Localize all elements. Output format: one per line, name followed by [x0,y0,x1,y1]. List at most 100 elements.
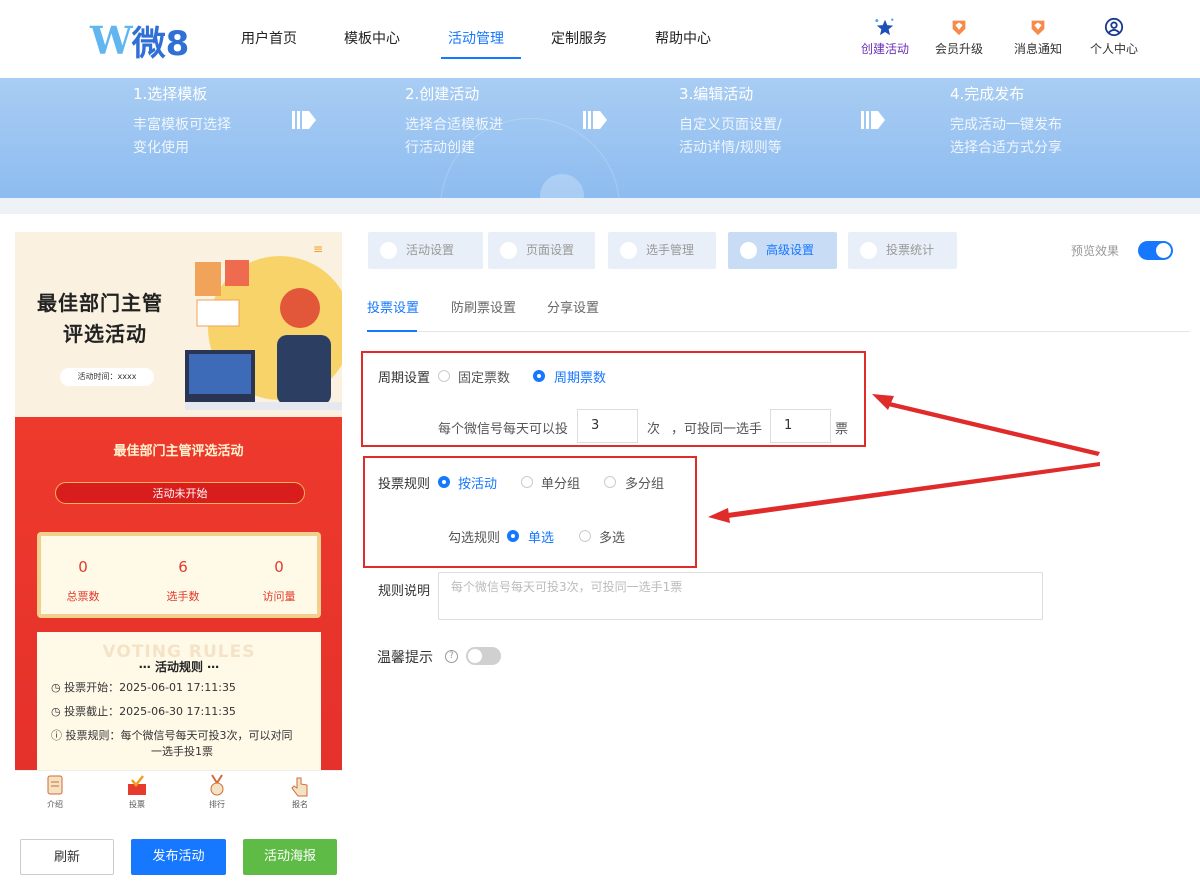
radio-periodic-votes-label: 周期票数 [554,371,607,386]
step-desc-line2: 选择合适方式分享 [950,140,1062,156]
step-desc-line2: 活动详情/规则等 [679,140,782,156]
tab-activity-settings[interactable]: 活动设置 [368,232,483,269]
section-divider [0,198,1200,214]
radio-multi-group[interactable] [604,476,616,488]
step-arrow-icon [861,111,885,129]
menu-icon[interactable]: ≡ [313,242,323,256]
subtab-divider [367,331,1190,332]
office-illustration [185,256,342,410]
preview-title-line2: 评选活动 [63,322,147,346]
radio-fixed-votes[interactable] [438,370,450,382]
publish-activity-button[interactable]: 发布活动 [131,839,226,875]
hand-pointer-icon [291,777,308,797]
mobile-preview: ≡ 最佳部门主管 评选活动 活动时间：xxxx 最佳部门主管评选活动 活动未开始… [15,232,342,812]
votes-per-day-input[interactable]: 3 [577,409,638,443]
tab-vote-statistics[interactable]: 投票统计 [848,232,957,269]
subtab-share-settings[interactable]: 分享设置 [547,297,599,316]
tab-player-management[interactable]: 选手管理 [608,232,716,269]
step-desc-line1: 选择合适模板进 [405,117,503,133]
tab-ranking[interactable]: 排行 [195,774,239,810]
radio-single-select-label: 单选 [528,531,555,546]
annotation-arrows [708,394,1100,523]
nav-activity-management[interactable]: 活动管理 [448,28,504,48]
radio-multi-select[interactable] [579,530,591,542]
document-icon [47,775,63,795]
activity-poster-button[interactable]: 活动海报 [243,839,337,875]
radio-single-select[interactable] [507,530,519,542]
rule-description-label: 规则说明 [378,584,431,599]
medal-icon [210,774,224,796]
create-activity-button[interactable]: 创建活动 [855,17,915,57]
votes-same-player-input[interactable]: 1 [770,409,831,443]
tab-label: 页面设置 [526,243,575,257]
step-3: 3.编辑活动 自定义页面设置/ 活动详情/规则等 [679,83,782,160]
step-title: 1.选择模板 [133,85,208,103]
create-activity-label: 创建活动 [860,42,909,56]
nav-active-underline [441,57,521,59]
tab-label: 排行 [209,800,225,809]
per-day-label: 每个微信号每天可以投 [438,422,569,437]
step-title: 4.完成发布 [950,85,1025,103]
radio-multi-group-label: 多分组 [625,477,665,492]
tab-signup[interactable]: 报名 [278,774,322,810]
subtab-anti-fraud[interactable]: 防刷票设置 [451,297,516,316]
nav-templates[interactable]: 模板中心 [344,28,400,48]
help-icon[interactable]: ? [445,650,458,663]
sliders-icon [740,242,757,259]
radio-single-group-label: 单分组 [541,477,581,492]
same-player-label: ，可投同一选手 [671,422,763,437]
radio-single-group[interactable] [521,476,533,488]
tips-label: 温馨提示 [377,650,433,666]
rules-title: ⋯ 活动规则 ⋯ [138,660,220,674]
tab-page-settings[interactable]: 页面设置 [488,232,595,269]
step-4: 4.完成发布 完成活动一键发布 选择合适方式分享 [950,83,1062,160]
step-arrow-icon [292,111,316,129]
heart-icon [380,242,397,259]
tab-label: 高级设置 [766,243,815,257]
member-upgrade-button[interactable]: 会员升级 [929,17,989,57]
logo[interactable]: W 微8 [90,16,189,65]
user-icon [620,242,637,259]
step-desc-line1: 完成活动一键发布 [950,117,1062,133]
radio-periodic-votes[interactable] [533,370,545,382]
rule-start: ◷ 投票开始：2025-06-01 17:11:35 [51,681,236,694]
nav-help[interactable]: 帮助中心 [655,28,711,48]
user-circle-icon [1104,17,1124,37]
step-arrow-icon [583,111,607,129]
tab-label: 投票 [129,800,145,809]
preview-title-line1: 最佳部门主管 [37,291,163,315]
stat-value: 0 [274,558,284,576]
same-player-unit: 票 [835,422,849,437]
rule-description-textarea[interactable]: 每个微信号每天可投3次，可投同一选手1票 [438,572,1043,620]
nav-home[interactable]: 用户首页 [241,28,297,48]
user-center-button[interactable]: 个人中心 [1084,17,1144,57]
preview-effect-toggle[interactable] [1138,241,1173,260]
stat-visits: 0 访问量 [239,558,319,604]
rule-desc-cont: 一选手投1票 [151,745,213,758]
page-icon [500,242,517,259]
activity-status-badge: 活动未开始 [55,482,305,504]
radio-by-activity[interactable] [438,476,450,488]
bell-badge-icon [1031,20,1045,36]
tab-vote[interactable]: 投票 [115,774,159,810]
nav-custom-service[interactable]: 定制服务 [551,28,607,48]
rule-desc: ⓘ 投票规则：每个微信号每天可投3次，可以对同 [51,729,293,742]
stat-value: 6 [178,558,188,576]
logo-mark: W [90,18,133,63]
tab-intro[interactable]: 介绍 [33,774,77,810]
stat-label: 总票数 [66,590,100,603]
tips-toggle[interactable] [466,647,501,665]
stats-panel: 0 总票数 6 选手数 0 访问量 [37,532,321,618]
refresh-button[interactable]: 刷新 [20,839,114,875]
stat-players: 6 选手数 [143,558,223,604]
subtab-vote-settings[interactable]: 投票设置 [367,297,419,316]
top-nav: W 微8 用户首页 模板中心 活动管理 定制服务 帮助中心 创建活动 会员升级 … [0,0,1200,78]
preview-activity-title: 最佳部门主管评选活动 [113,444,244,459]
member-upgrade-label: 会员升级 [934,42,983,56]
activity-time-pill: 活动时间：xxxx [60,368,154,386]
tab-advanced-settings[interactable]: 高级设置 [728,232,837,269]
step-title: 3.编辑活动 [679,85,754,103]
preview-effect-label: 预览效果 [1071,244,1120,258]
notifications-button[interactable]: 消息通知 [1008,17,1068,57]
tab-label: 活动设置 [406,243,455,257]
